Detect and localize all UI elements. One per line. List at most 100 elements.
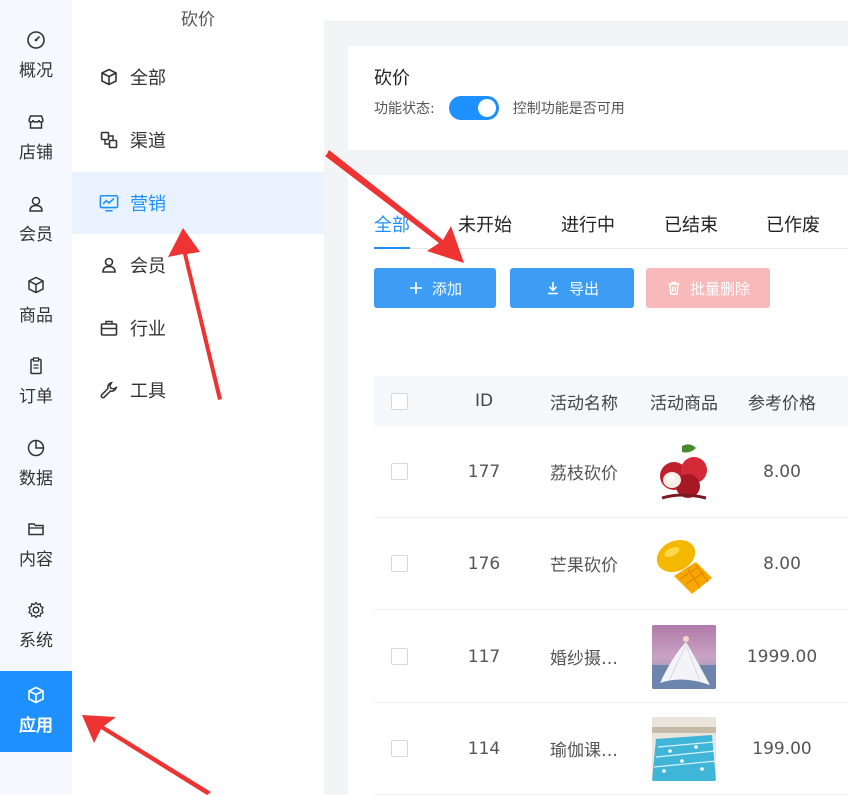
table-row[interactable]: 177 荔枝砍价 8.00: [374, 426, 848, 518]
user-icon: [26, 194, 46, 214]
row-checkbox[interactable]: [390, 463, 408, 480]
submenu-item-label: 全部: [130, 68, 166, 89]
row-image-cell: [634, 518, 734, 609]
tab-in-progress[interactable]: 进行中: [561, 211, 615, 249]
column-header-price[interactable]: 参考价格: [732, 376, 832, 426]
rail-item-label: 订单: [19, 387, 53, 407]
column-header-name[interactable]: 活动名称: [534, 376, 634, 426]
user-icon: [98, 254, 120, 276]
rail-item-label: 内容: [19, 550, 53, 570]
rail-item-label: 应用: [19, 716, 53, 736]
feature-status-hint: 控制功能是否可用: [512, 101, 625, 117]
batch-delete-button-label: 批量删除: [689, 280, 750, 298]
row-image-cell: [634, 611, 734, 702]
product-thumbnail-wedding-dress[interactable]: [652, 624, 716, 689]
row-name: 荔枝砍价: [550, 464, 618, 484]
product-thumbnail-swimming-pool[interactable]: [652, 716, 716, 781]
table-row[interactable]: 176 芒果砍价 8.00: [374, 518, 848, 610]
tab-all[interactable]: 全部: [374, 211, 410, 249]
submenu-item-all[interactable]: 全部: [72, 46, 324, 108]
bargain-list-card: 全部 未开始 进行中 已结束 已作废 添加 导出 批量删除 ID 活动名称 活动…: [348, 175, 848, 795]
submenu-item-label: 行业: [130, 319, 166, 340]
feature-header-card: 砍价 功能状态: 控制功能是否可用: [348, 46, 848, 150]
tab-voided[interactable]: 已作废: [766, 211, 820, 249]
row-id: 117: [467, 646, 501, 667]
rail-item-apps[interactable]: 应用: [0, 671, 72, 752]
rail-item-store[interactable]: 店铺: [0, 112, 72, 192]
submenu-item-label: 会员: [130, 256, 166, 277]
row-name: 芒果砍价: [550, 556, 618, 576]
row-price: 1999.00: [746, 646, 818, 667]
rail-item-overview[interactable]: 概况: [0, 30, 72, 110]
row-checkbox[interactable]: [390, 555, 408, 572]
batch-delete-button[interactable]: 批量删除: [646, 268, 770, 308]
feature-status-label: 功能状态:: [374, 101, 435, 117]
store-icon: [26, 112, 46, 132]
row-id: 114: [467, 738, 501, 759]
rail-item-products[interactable]: 商品: [0, 275, 72, 355]
table-header: ID 活动名称 活动商品 参考价格: [374, 376, 848, 426]
row-price: 8.00: [763, 461, 801, 482]
switch-knob: [477, 99, 496, 117]
tab-not-started[interactable]: 未开始: [458, 211, 512, 249]
row-name: 婚纱摄…: [550, 649, 618, 669]
submenu-item-tools[interactable]: 工具: [72, 359, 324, 421]
column-header-product[interactable]: 活动商品: [634, 376, 734, 426]
add-button[interactable]: 添加: [374, 268, 496, 308]
rail-item-label: 概况: [19, 61, 53, 81]
rail-item-label: 系统: [19, 631, 53, 651]
pie-chart-icon: [26, 438, 46, 458]
table-row[interactable]: 117 婚纱摄… 1999.00: [374, 611, 848, 703]
submenu-item-industry[interactable]: 行业: [72, 297, 324, 359]
feature-toggle-switch[interactable]: [448, 96, 499, 120]
product-thumbnail-lychee[interactable]: [652, 439, 716, 504]
row-price: 199.00: [752, 738, 812, 759]
monitor-chart-icon: [98, 192, 120, 214]
rail-item-content[interactable]: 内容: [0, 519, 72, 599]
row-checkbox[interactable]: [390, 648, 408, 665]
row-image-cell: [634, 426, 734, 517]
submenu-item-label: 营销: [130, 194, 166, 215]
cube-icon: [26, 685, 46, 705]
box-icon: [26, 275, 46, 295]
status-tabs: 全部 未开始 进行中 已结束 已作废: [374, 211, 848, 249]
column-header-id[interactable]: ID: [434, 376, 534, 426]
rail-item-members[interactable]: 会员: [0, 194, 72, 274]
rail-item-label: 商品: [19, 306, 53, 326]
submenu-item-members[interactable]: 会员: [72, 234, 324, 296]
rail-item-data[interactable]: 数据: [0, 438, 72, 518]
active-tab-indicator: [374, 247, 410, 249]
submenu-item-label: 工具: [130, 381, 166, 402]
submenu-item-label: 渠道: [130, 131, 166, 152]
cube-icon: [98, 66, 120, 88]
row-checkbox-cell: [374, 611, 424, 702]
page-title: 砍价: [374, 68, 410, 89]
rail-item-system[interactable]: 系统: [0, 600, 72, 680]
submenu-item-channel[interactable]: 渠道: [72, 109, 324, 171]
select-all-checkbox[interactable]: [390, 392, 408, 410]
gear-icon: [26, 600, 46, 620]
row-name: 瑜伽课…: [550, 741, 618, 761]
submenu-item-marketing[interactable]: 营销: [72, 172, 324, 234]
main-nav-rail: 概况 店铺 会员 商品 订单 数据 内容 系统 应用: [0, 0, 72, 795]
rail-item-orders[interactable]: 订单: [0, 356, 72, 436]
tab-ended[interactable]: 已结束: [664, 211, 718, 249]
row-price: 8.00: [763, 553, 801, 574]
export-button[interactable]: 导出: [510, 268, 634, 308]
rail-item-label: 数据: [19, 469, 53, 489]
row-checkbox[interactable]: [390, 740, 408, 757]
rail-item-label: 会员: [19, 225, 53, 245]
row-id: 177: [467, 461, 501, 482]
dashboard-icon: [26, 30, 46, 50]
add-button-label: 添加: [431, 280, 462, 298]
row-checkbox-cell: [374, 703, 424, 794]
table-row[interactable]: 114 瑜伽课… 199.00: [374, 703, 848, 795]
secondary-menu: 砍价 全部 渠道 营销 会员 行业 工具: [72, 0, 324, 795]
export-button-label: 导出: [568, 280, 599, 298]
folder-icon: [26, 519, 46, 539]
wrench-icon: [98, 379, 120, 401]
briefcase-icon: [98, 317, 120, 339]
top-bar: [324, 0, 848, 22]
row-image-cell: [634, 703, 734, 794]
product-thumbnail-mango[interactable]: [652, 531, 716, 596]
